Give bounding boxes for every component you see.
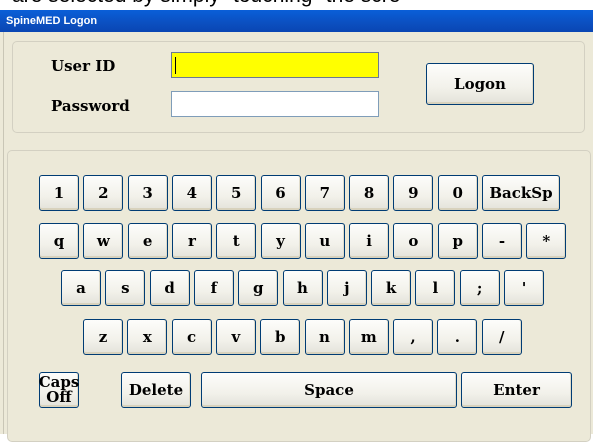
key[interactable]: u xyxy=(304,223,345,259)
key[interactable]: l xyxy=(415,270,456,306)
key[interactable]: c xyxy=(171,319,212,355)
key[interactable]: a xyxy=(61,270,101,306)
key[interactable]: ' xyxy=(504,270,544,306)
key[interactable]: b xyxy=(260,319,301,355)
key[interactable]: / xyxy=(481,319,522,355)
key[interactable]: . xyxy=(437,319,478,355)
key[interactable]: f xyxy=(193,270,234,306)
key[interactable]: i xyxy=(349,223,390,259)
key[interactable]: k xyxy=(371,270,412,306)
key[interactable]: o xyxy=(393,223,434,259)
key[interactable]: n xyxy=(304,319,345,355)
enter-key[interactable]: Enter xyxy=(461,372,572,408)
key[interactable]: d xyxy=(149,270,190,306)
key[interactable]: ; xyxy=(459,270,500,306)
key[interactable]: e xyxy=(127,223,168,259)
window-title: SpineMED Logon xyxy=(0,10,593,32)
key[interactable]: 5 xyxy=(216,175,257,211)
key[interactable]: 8 xyxy=(349,175,390,211)
delete-key[interactable]: Delete xyxy=(121,372,191,408)
key[interactable]: 7 xyxy=(304,175,345,211)
key[interactable]: 9 xyxy=(393,175,434,211)
window-client-area: User ID Password Logon 1 2 3 4 5 6 7 8 9 0 BackSp q… xyxy=(3,32,591,442)
logon-window: SpineMED Logon User ID Password Logon 12… xyxy=(0,10,593,442)
key[interactable]: * xyxy=(526,223,567,259)
user-id-input[interactable] xyxy=(171,52,379,78)
key[interactable]: y xyxy=(260,223,301,259)
key[interactable]: r xyxy=(171,223,212,259)
key[interactable]: , xyxy=(393,319,434,355)
caps-label-line2: Off xyxy=(46,388,72,406)
key[interactable]: 6 xyxy=(260,175,301,211)
key[interactable]: 1 xyxy=(39,175,79,211)
key[interactable]: h xyxy=(282,270,323,306)
key[interactable]: 2 xyxy=(83,175,124,211)
logon-button[interactable]: Logon xyxy=(426,63,534,105)
key[interactable]: t xyxy=(216,223,257,259)
key[interactable]: v xyxy=(215,319,256,355)
key[interactable]: p xyxy=(437,223,478,259)
key[interactable]: x xyxy=(127,319,168,355)
key[interactable]: m xyxy=(348,319,389,355)
caps-lock-key[interactable]: Caps Off xyxy=(39,372,79,408)
key[interactable]: w xyxy=(83,223,124,259)
background-text-line: are selected by simply "touching" the sc… xyxy=(12,0,400,8)
key[interactable]: 0 xyxy=(437,175,478,211)
password-label: Password xyxy=(51,97,130,115)
key[interactable]: g xyxy=(238,270,279,306)
key[interactable]: - xyxy=(482,223,522,259)
key[interactable]: q xyxy=(39,223,79,259)
key[interactable]: 4 xyxy=(171,175,212,211)
space-key[interactable]: Space xyxy=(201,372,457,408)
password-input[interactable] xyxy=(171,91,379,117)
user-id-label: User ID xyxy=(51,57,116,75)
backspace-key[interactable]: BackSp xyxy=(482,175,560,211)
key[interactable]: z xyxy=(83,319,123,355)
text-caret xyxy=(175,57,176,74)
background-text: are selected by simply "touching" the sc… xyxy=(0,0,593,10)
key[interactable]: 3 xyxy=(127,175,168,211)
key[interactable]: s xyxy=(105,270,146,306)
key[interactable]: j xyxy=(326,270,367,306)
